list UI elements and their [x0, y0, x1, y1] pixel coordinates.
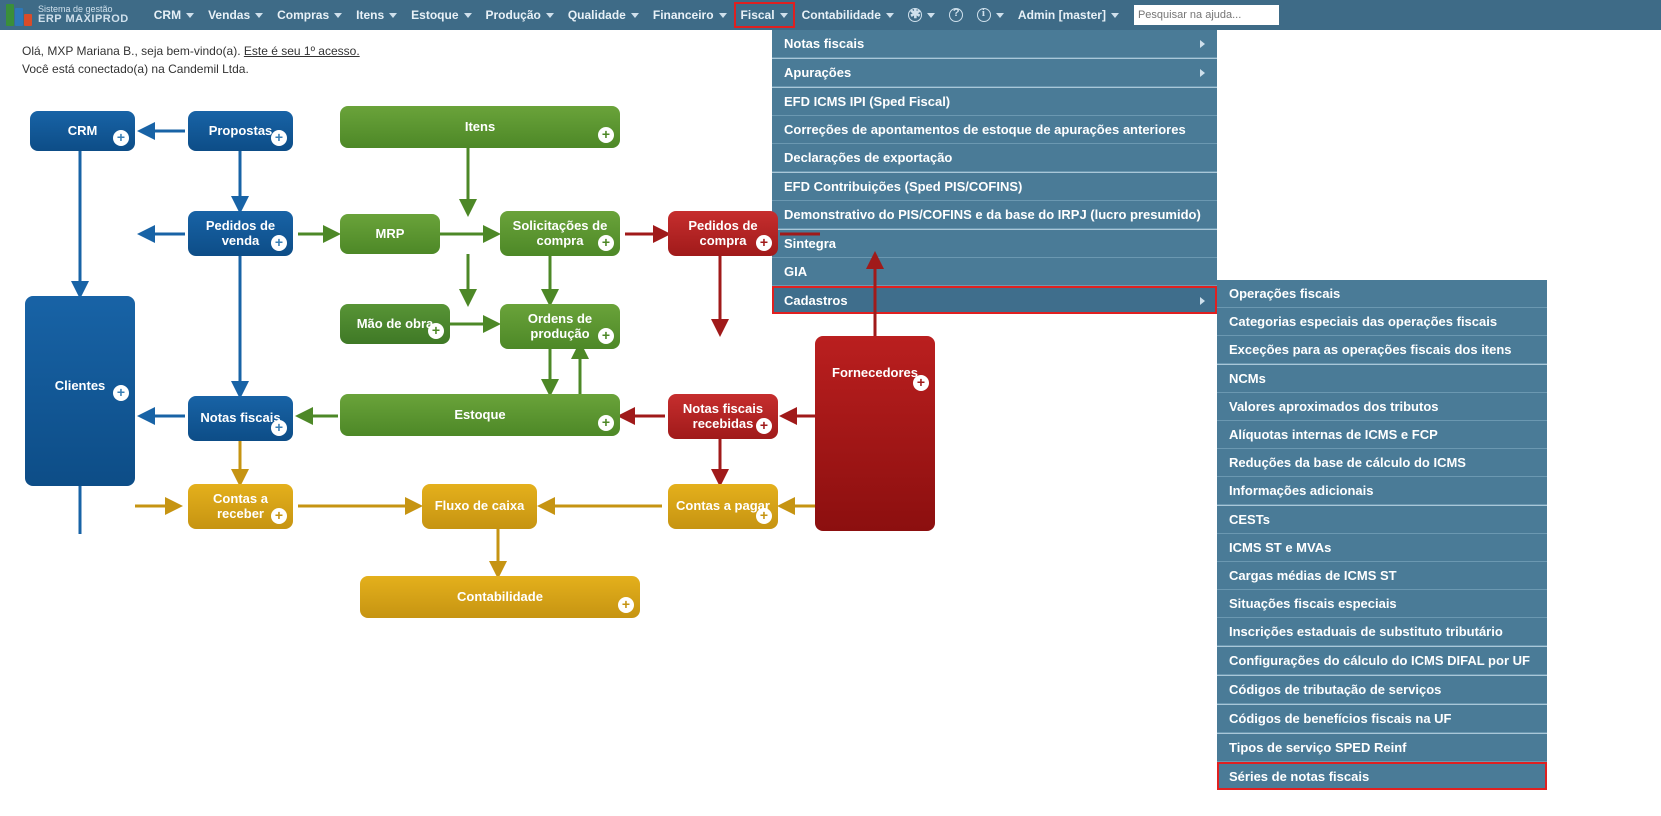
box-propostas[interactable]: Propostas+ [188, 111, 293, 151]
caret-down-icon [1111, 13, 1119, 18]
box-notas-fiscais[interactable]: Notas fiscais+ [188, 396, 293, 441]
caret-down-icon [780, 13, 788, 18]
nav-compras[interactable]: Compras [270, 2, 349, 28]
box-contabilidade[interactable]: Contabilidade+ [360, 576, 640, 618]
plus-icon[interactable]: + [271, 130, 287, 146]
box-solicitacoes-compra[interactable]: Solicitações de compra+ [500, 211, 620, 256]
box-mrp[interactable]: MRP [340, 214, 440, 254]
caret-down-icon [389, 13, 397, 18]
box-ordens-producao[interactable]: Ordens de produção+ [500, 304, 620, 349]
caret-down-icon [334, 13, 342, 18]
box-nf-recebidas[interactable]: Notas fiscais recebidas+ [668, 394, 778, 439]
plus-icon[interactable]: + [113, 385, 129, 401]
box-pedidos-compra[interactable]: Pedidos de compra+ [668, 211, 778, 256]
plus-icon[interactable]: + [113, 130, 129, 146]
nav-financeiro[interactable]: Financeiro [646, 2, 734, 28]
nav-vendas[interactable]: Vendas [201, 2, 270, 28]
plus-icon[interactable]: + [271, 508, 287, 524]
main-nav: CRM Vendas Compras Itens Estoque Produçã… [147, 0, 1126, 30]
chevron-right-icon [1200, 69, 1205, 77]
caret-down-icon [719, 13, 727, 18]
menu-apuracoes[interactable]: Apurações [772, 58, 1217, 87]
nav-info[interactable] [970, 2, 1011, 28]
first-access-link[interactable]: Este é seu 1º acesso. [244, 44, 360, 58]
plus-icon[interactable]: + [598, 328, 614, 344]
plus-icon[interactable]: + [598, 127, 614, 143]
workflow-diagram: CRM+ Propostas+ Itens+ Pedidos de venda+… [20, 86, 1661, 726]
caret-down-icon [255, 13, 263, 18]
box-contas-receber[interactable]: Contas a receber+ [188, 484, 293, 529]
app-logo[interactable]: Sistema de gestão ERP MAXIPROD [6, 4, 129, 26]
chevron-right-icon [1200, 40, 1205, 48]
gear-icon [908, 8, 922, 22]
box-pedidos-venda[interactable]: Pedidos de venda+ [188, 211, 293, 256]
caret-down-icon [631, 13, 639, 18]
box-contas-pagar[interactable]: Contas a pagar+ [668, 484, 778, 529]
plus-icon[interactable]: + [756, 508, 772, 524]
plus-icon[interactable]: + [271, 420, 287, 436]
box-itens[interactable]: Itens+ [340, 106, 620, 148]
nav-settings[interactable] [901, 2, 942, 28]
logo-text: Sistema de gestão ERP MAXIPROD [38, 5, 129, 26]
box-fornecedores[interactable]: Fornecedores+ [815, 336, 935, 531]
help-search [1134, 5, 1279, 25]
nav-itens[interactable]: Itens [349, 2, 404, 28]
caret-down-icon [546, 13, 554, 18]
plus-icon[interactable]: + [598, 235, 614, 251]
plus-icon[interactable]: + [271, 235, 287, 251]
nav-crm[interactable]: CRM [147, 2, 201, 28]
plus-icon[interactable]: + [913, 375, 929, 391]
caret-down-icon [996, 13, 1004, 18]
menu-series-notas-fiscais[interactable]: Séries de notas fiscais [1217, 762, 1547, 790]
box-crm[interactable]: CRM+ [30, 111, 135, 151]
caret-down-icon [927, 13, 935, 18]
menu-tipos-servico-sped[interactable]: Tipos de serviço SPED Reinf [1217, 733, 1547, 762]
caret-down-icon [464, 13, 472, 18]
help-icon [949, 8, 963, 22]
top-navbar: Sistema de gestão ERP MAXIPROD CRM Venda… [0, 0, 1661, 30]
plus-icon[interactable]: + [428, 323, 444, 339]
nav-help[interactable] [942, 2, 970, 28]
box-estoque[interactable]: Estoque+ [340, 394, 620, 436]
box-clientes[interactable]: Clientes+ [25, 296, 135, 486]
nav-estoque[interactable]: Estoque [404, 2, 478, 28]
box-fluxo-caixa[interactable]: Fluxo de caixa [422, 484, 537, 529]
logo-icon [6, 4, 32, 26]
nav-admin[interactable]: Admin [master] [1011, 2, 1126, 28]
info-icon [977, 8, 991, 22]
plus-icon[interactable]: + [598, 415, 614, 431]
nav-contabilidade[interactable]: Contabilidade [795, 2, 901, 28]
box-mao-de-obra[interactable]: Mão de obra+ [340, 304, 450, 344]
plus-icon[interactable]: + [756, 235, 772, 251]
nav-fiscal[interactable]: Fiscal [734, 2, 795, 28]
caret-down-icon [886, 13, 894, 18]
nav-qualidade[interactable]: Qualidade [561, 2, 646, 28]
help-search-input[interactable] [1134, 5, 1279, 25]
plus-icon[interactable]: + [756, 418, 772, 434]
caret-down-icon [186, 13, 194, 18]
menu-notas-fiscais[interactable]: Notas fiscais [772, 30, 1217, 58]
nav-producao[interactable]: Produção [479, 2, 561, 28]
plus-icon[interactable]: + [618, 597, 634, 613]
